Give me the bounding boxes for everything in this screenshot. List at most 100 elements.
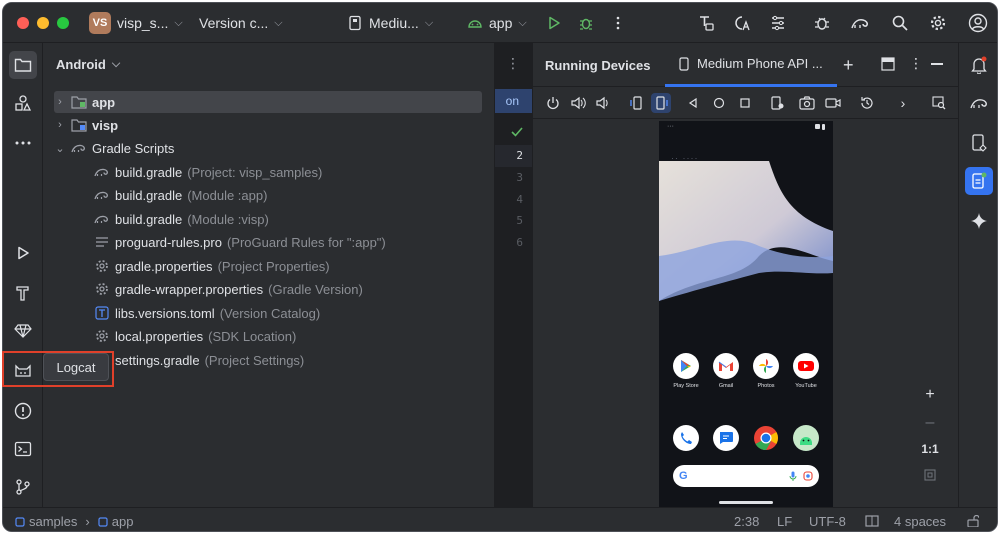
photos-icon[interactable] — [753, 353, 779, 379]
home-circle-icon[interactable] — [709, 93, 729, 113]
project-view-selector[interactable]: Android ⌵ — [56, 57, 120, 72]
rotate-right-icon[interactable] — [651, 93, 671, 113]
ide-window: VS visp_s... ⌵ Version c... ⌵ Mediu... ⌵… — [2, 2, 998, 532]
device-manager-icon[interactable] — [965, 129, 993, 157]
rotate-left-icon[interactable] — [627, 93, 647, 113]
power-icon[interactable] — [543, 93, 563, 113]
editor-tabs-more-icon[interactable]: ⋮ — [506, 55, 520, 72]
project-selector[interactable]: VS visp_s... ⌵ — [89, 11, 183, 35]
chevron-down-icon: ⌵ — [518, 16, 527, 29]
more-actions-icon[interactable] — [607, 12, 629, 34]
bug-report-icon[interactable] — [811, 12, 833, 34]
youtube-icon[interactable] — [793, 353, 819, 379]
panel-options-icon[interactable]: ⋮ — [909, 55, 923, 72]
tree-item-build-gradle-visp[interactable]: build.gradle (Module :visp) — [94, 208, 269, 230]
android-robot-icon[interactable] — [793, 425, 819, 451]
readme-book-icon[interactable] — [865, 515, 879, 527]
tree-item-name: proguard-rules.pro — [115, 234, 222, 250]
more-tools-icon[interactable] — [9, 129, 37, 157]
indent-setting[interactable]: 4 spaces — [894, 514, 946, 529]
problems-warning-icon[interactable] — [9, 397, 37, 425]
snapshot-history-icon[interactable] — [857, 93, 877, 113]
app-quality-gem-icon[interactable] — [9, 317, 37, 345]
window-layout-icon[interactable] — [881, 57, 895, 71]
tree-item-name: visp — [92, 117, 119, 133]
lens-icon[interactable] — [803, 471, 813, 481]
version-control-icon[interactable] — [9, 473, 37, 501]
search-icon[interactable] — [889, 12, 911, 34]
tree-item-proguard-rules[interactable]: proguard-rules.pro (ProGuard Rules for "… — [94, 231, 386, 253]
tree-item-build-gradle-app[interactable]: build.gradle (Module :app) — [94, 184, 267, 206]
screenshot-camera-icon[interactable] — [797, 93, 817, 113]
back-triangle-icon[interactable] — [683, 93, 703, 113]
lock-open-icon[interactable] — [967, 515, 979, 527]
tree-item-settings-gradle[interactable]: settings.gradle (Project Settings) — [94, 349, 304, 371]
tree-item-gradle-wrapper-properties[interactable]: gradle-wrapper.properties (Gradle Versio… — [94, 278, 363, 300]
zoom-in-plus-icon[interactable]: + — [917, 383, 943, 407]
chevron-right-icon[interactable]: › — [893, 93, 913, 113]
overview-square-icon[interactable] — [735, 93, 755, 113]
volume-down-icon[interactable] — [593, 93, 613, 113]
running-devices-tool-icon[interactable] — [965, 167, 993, 195]
editor-tab[interactable]: on — [495, 89, 533, 113]
window-maximize-button[interactable] — [57, 17, 69, 29]
debug-icon[interactable] — [575, 12, 597, 34]
vcs-selector[interactable]: Version c... ⌵ — [199, 11, 283, 35]
line-ending[interactable]: LF — [777, 514, 792, 529]
google-search-bar[interactable]: G — [673, 465, 819, 487]
window-minimize-button[interactable] — [37, 17, 49, 29]
chrome-icon[interactable] — [753, 425, 779, 451]
resource-manager-icon[interactable] — [9, 89, 37, 117]
tree-item-build-gradle-project[interactable]: build.gradle (Project: visp_samples) — [94, 161, 322, 183]
volume-up-icon[interactable] — [569, 93, 589, 113]
tree-item-app[interactable]: › app — [54, 91, 482, 113]
gradle-elephant-icon[interactable] — [965, 89, 993, 117]
zoom-fit-icon[interactable] — [917, 463, 943, 487]
terminal-icon[interactable] — [9, 435, 37, 463]
project-tool-button[interactable] — [9, 51, 37, 79]
window-close-button[interactable] — [17, 17, 29, 29]
left-tool-strip — [3, 43, 43, 507]
add-device-plus-icon[interactable]: + — [843, 55, 854, 76]
device-screen[interactable]: ··· ·· ···· Play Store Gmail Photos YouT… — [659, 121, 833, 507]
screen-record-icon[interactable] — [823, 93, 843, 113]
account-avatar-icon[interactable] — [967, 12, 989, 34]
gradle-sync-icon[interactable] — [849, 12, 871, 34]
device-frame-icon[interactable] — [767, 93, 787, 113]
mic-icon[interactable] — [789, 471, 797, 481]
zoom-actual-size[interactable]: 1:1 — [917, 437, 943, 461]
settings-gear-icon[interactable] — [927, 12, 949, 34]
minimize-panel-icon[interactable] — [931, 63, 943, 65]
run-icon[interactable] — [543, 12, 565, 34]
zoom-out-minus-icon[interactable]: – — [917, 411, 943, 435]
file-encoding[interactable]: UTF-8 — [809, 514, 846, 529]
status-icons — [815, 124, 825, 130]
tree-item-local-properties[interactable]: local.properties (SDK Location) — [94, 325, 296, 347]
device-selector[interactable]: Mediu... ⌵ — [347, 11, 433, 35]
build-variants-icon[interactable] — [695, 12, 717, 34]
gmail-icon[interactable] — [713, 353, 739, 379]
inspect-search-icon[interactable] — [929, 93, 949, 113]
gesture-nav-handle[interactable] — [719, 501, 773, 504]
chevron-down-icon: ⌄ — [55, 142, 65, 155]
run-config-selector[interactable]: app ⌵ — [467, 11, 527, 35]
tree-item-gradle-scripts[interactable]: ⌄ Gradle Scripts — [54, 137, 174, 159]
cursor-position[interactable]: 2:38 — [734, 514, 759, 529]
layout-inspector-icon[interactable] — [767, 12, 789, 34]
build-hammer-icon[interactable] — [9, 279, 37, 307]
phone-dialer-icon[interactable] — [673, 425, 699, 451]
breadcrumb-leaf[interactable]: app — [112, 514, 134, 529]
breadcrumb-root[interactable]: samples — [29, 514, 77, 529]
gemini-sparkle-icon[interactable] — [965, 207, 993, 235]
device-tab[interactable]: Medium Phone API ... — [665, 43, 837, 87]
tree-item-visp[interactable]: › visp — [54, 114, 118, 136]
play-store-icon[interactable] — [673, 353, 699, 379]
tree-item-libs-versions-toml[interactable]: libs.versions.toml (Version Catalog) — [94, 302, 320, 324]
tree-item-hint: (Project Settings) — [204, 352, 305, 368]
tree-item-gradle-properties[interactable]: gradle.properties (Project Properties) — [94, 255, 330, 277]
editor-gutter: ⋮ on 2 3 4 5 6 — [494, 43, 533, 507]
messages-icon[interactable] — [713, 425, 739, 451]
run-tool-icon[interactable] — [9, 239, 37, 267]
translate-icon[interactable] — [731, 12, 753, 34]
notifications-bell-icon[interactable] — [965, 51, 993, 79]
